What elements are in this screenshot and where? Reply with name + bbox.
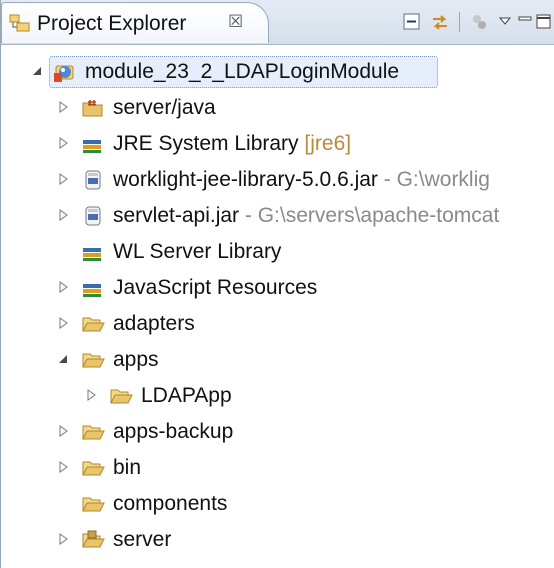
source-folder-icon [82, 100, 103, 117]
tree-item[interactable]: components [1, 486, 554, 522]
folder-icon [82, 425, 105, 440]
tree-item[interactable]: server [1, 522, 554, 558]
jar-icon [85, 206, 101, 226]
collapsed-arrow-icon[interactable] [57, 533, 69, 545]
tree-root-label: module_23_2_LDAPLoginModule [85, 60, 400, 83]
expanded-arrow-icon[interactable] [31, 65, 43, 77]
link-with-editor-icon[interactable] [429, 11, 451, 33]
tree-item[interactable]: apps [1, 342, 554, 378]
tree-item-label: JRE System Library [jre6] [113, 132, 352, 155]
collapsed-arrow-icon[interactable] [85, 389, 97, 401]
view-tab-bar: Project Explorer ☒ [1, 0, 554, 45]
library-icon [83, 284, 101, 297]
tree-item-label: apps [113, 348, 159, 371]
tree-item[interactable]: worklight-jee-library-5.0.6.jar - G:\wor… [1, 162, 554, 198]
folder-icon [82, 461, 105, 476]
minimize-icon[interactable] [517, 11, 533, 33]
tree-item-label: LDAPApp [141, 384, 232, 407]
tree-item[interactable]: JRE System Library [jre6] [1, 126, 554, 162]
tree-item-label: servlet-api.jar - G:\servers\apache-tomc… [113, 204, 500, 227]
collapsed-arrow-icon[interactable] [57, 461, 69, 473]
view-menu-icon[interactable] [497, 11, 513, 33]
toolbar-separator [459, 12, 460, 32]
package-folder-icon [82, 530, 105, 548]
collapsed-arrow-icon[interactable] [57, 317, 69, 329]
library-icon [83, 140, 101, 153]
close-icon[interactable]: ☒ [228, 12, 243, 32]
library-icon [83, 248, 101, 261]
tree-item-label: JavaScript Resources [113, 276, 318, 299]
collapsed-arrow-icon[interactable] [57, 281, 69, 293]
project-explorer-icon [9, 14, 30, 32]
folder-icon [110, 389, 133, 404]
tree-item-decoration: - G:\servers\apache-tomcat [244, 204, 500, 227]
project-explorer-view: Project Explorer ☒ module_23_2_LDAPLogin… [0, 0, 554, 568]
tree-item-label: adapters [113, 312, 195, 335]
folder-icon [82, 497, 105, 512]
tree-item-decoration: [jre6] [304, 132, 352, 155]
tab-project-explorer[interactable]: Project Explorer ☒ [1, 2, 269, 43]
folder-icon [82, 317, 105, 332]
tree-item[interactable]: LDAPApp [1, 378, 554, 414]
jar-icon [85, 170, 101, 190]
tab-title: Project Explorer [37, 12, 187, 35]
tree-item-label: WL Server Library [113, 240, 282, 263]
collapse-all-icon[interactable] [401, 11, 423, 33]
tree-item-decoration: - G:\worklig [383, 168, 490, 191]
expanded-arrow-icon[interactable] [57, 353, 69, 365]
tree-item[interactable]: JavaScript Resources [1, 270, 554, 306]
tree-item-label: apps-backup [113, 420, 234, 443]
maximize-icon[interactable] [535, 11, 553, 33]
tree-root-row[interactable]: module_23_2_LDAPLoginModule [1, 54, 554, 90]
tree-item[interactable]: adapters [1, 306, 554, 342]
project-icon [54, 65, 74, 82]
tree-item-label: worklight-jee-library-5.0.6.jar - G:\wor… [113, 168, 490, 191]
tree-item-label: server/java [113, 96, 216, 119]
tree-item-label: server [113, 528, 172, 551]
folder-icon [82, 353, 105, 368]
tree-item[interactable]: bin [1, 450, 554, 486]
collapsed-arrow-icon[interactable] [57, 425, 69, 437]
collapsed-arrow-icon[interactable] [57, 173, 69, 185]
tree-item-label: bin [113, 456, 142, 479]
collapsed-arrow-icon[interactable] [57, 209, 69, 221]
tree-item[interactable]: apps-backup [1, 414, 554, 450]
tree-item[interactable]: WL Server Library [1, 234, 554, 270]
collapsed-arrow-icon[interactable] [57, 137, 69, 149]
tree-item[interactable]: servlet-api.jar - G:\servers\apache-tomc… [1, 198, 554, 234]
tree-item-label: components [113, 492, 228, 515]
collapsed-arrow-icon[interactable] [57, 101, 69, 113]
filters-icon[interactable] [469, 11, 491, 33]
tree-item[interactable]: server/java [1, 90, 554, 126]
